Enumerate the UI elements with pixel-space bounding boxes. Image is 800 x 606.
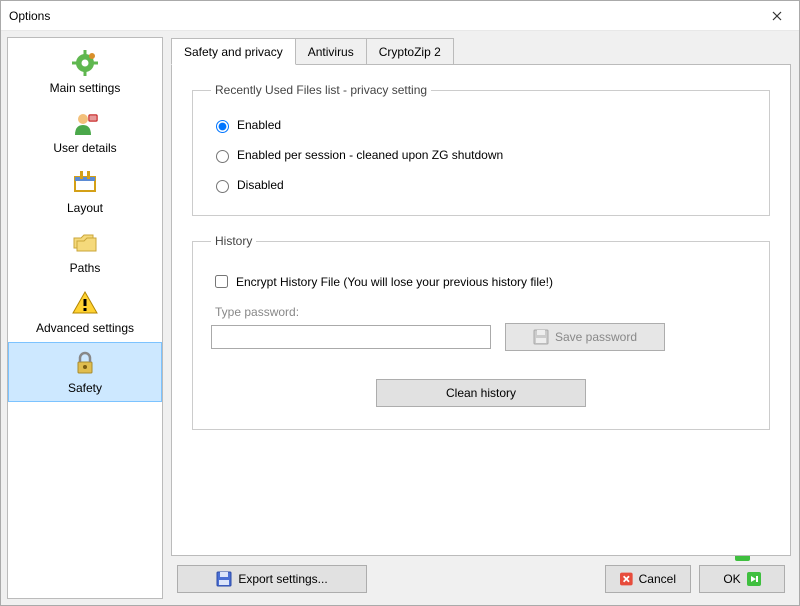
main-panel: Safety and privacy Antivirus CryptoZip 2… — [167, 31, 799, 605]
tab-cryptozip[interactable]: CryptoZip 2 — [366, 38, 454, 65]
sidebar-item-label: Advanced settings — [36, 321, 134, 335]
window-title: Options — [9, 9, 754, 23]
options-window: Options — [0, 0, 800, 606]
gear-icon — [69, 47, 101, 79]
sidebar: Main settings User details — [7, 37, 163, 599]
sidebar-item-paths[interactable]: Paths — [8, 222, 162, 282]
sidebar-item-advanced-settings[interactable]: Advanced settings — [8, 282, 162, 342]
window-body: Main settings User details — [1, 31, 799, 605]
layout-icon — [69, 167, 101, 199]
tab-label: CryptoZip 2 — [379, 45, 441, 59]
button-label: OK — [723, 572, 740, 586]
radio-enabled-input[interactable] — [216, 120, 229, 133]
radio-enabled[interactable]: Enabled — [211, 117, 751, 133]
save-icon — [216, 571, 232, 587]
clean-history-button[interactable]: Clean history — [376, 379, 586, 407]
privacy-group: Recently Used Files list - privacy setti… — [192, 83, 770, 216]
footer: Export settings... Cancel OK — [171, 556, 791, 599]
close-icon — [772, 11, 782, 21]
tab-safety-privacy[interactable]: Safety and privacy — [171, 38, 296, 65]
history-group: History Encrypt History File (You will l… — [192, 234, 770, 430]
close-button[interactable] — [754, 1, 799, 30]
save-icon — [533, 329, 549, 345]
radio-disabled[interactable]: Disabled — [211, 177, 751, 193]
sidebar-item-label: User details — [53, 141, 116, 155]
tab-panel: Recently Used Files list - privacy setti… — [171, 64, 791, 556]
encrypt-checkbox-input[interactable] — [215, 275, 228, 288]
sidebar-item-label: Safety — [68, 381, 102, 395]
titlebar: Options — [1, 1, 799, 31]
radio-label: Enabled — [237, 118, 281, 132]
save-password-button[interactable]: Save password — [505, 323, 665, 351]
sidebar-item-label: Main settings — [50, 81, 121, 95]
sidebar-item-label: Paths — [70, 261, 101, 275]
sidebar-item-user-details[interactable]: User details — [8, 102, 162, 162]
privacy-legend: Recently Used Files list - privacy setti… — [211, 83, 431, 97]
warning-icon — [69, 287, 101, 319]
radio-label: Disabled — [237, 178, 284, 192]
sidebar-item-label: Layout — [67, 201, 103, 215]
password-label: Type password: — [215, 305, 751, 319]
button-label: Cancel — [639, 572, 676, 586]
sidebar-item-layout[interactable]: Layout — [8, 162, 162, 222]
tabstrip: Safety and privacy Antivirus CryptoZip 2 — [171, 37, 791, 64]
export-settings-button[interactable]: Export settings... — [177, 565, 367, 593]
checkbox-label: Encrypt History File (You will lose your… — [236, 275, 553, 289]
button-label: Clean history — [446, 386, 516, 400]
cancel-icon — [620, 572, 633, 586]
history-legend: History — [211, 234, 256, 248]
radio-label: Enabled per session - cleaned upon ZG sh… — [237, 148, 503, 162]
ok-button[interactable]: OK — [699, 565, 785, 593]
button-label: Save password — [555, 330, 637, 344]
tab-antivirus[interactable]: Antivirus — [295, 38, 367, 65]
encrypt-history-checkbox[interactable]: Encrypt History File (You will lose your… — [211, 272, 751, 291]
radio-disabled-input[interactable] — [216, 180, 229, 193]
radio-enabled-per-session[interactable]: Enabled per session - cleaned upon ZG sh… — [211, 147, 751, 163]
password-input[interactable] — [211, 325, 491, 349]
lock-icon — [69, 347, 101, 379]
cancel-button[interactable]: Cancel — [605, 565, 691, 593]
tab-label: Antivirus — [308, 45, 354, 59]
sidebar-item-main-settings[interactable]: Main settings — [8, 42, 162, 102]
radio-session-input[interactable] — [216, 150, 229, 163]
tab-label: Safety and privacy — [184, 45, 283, 59]
ok-arrow-icon — [747, 572, 761, 586]
sidebar-item-safety[interactable]: Safety — [8, 342, 162, 402]
user-icon — [69, 107, 101, 139]
folder-icon — [69, 227, 101, 259]
button-label: Export settings... — [238, 572, 327, 586]
